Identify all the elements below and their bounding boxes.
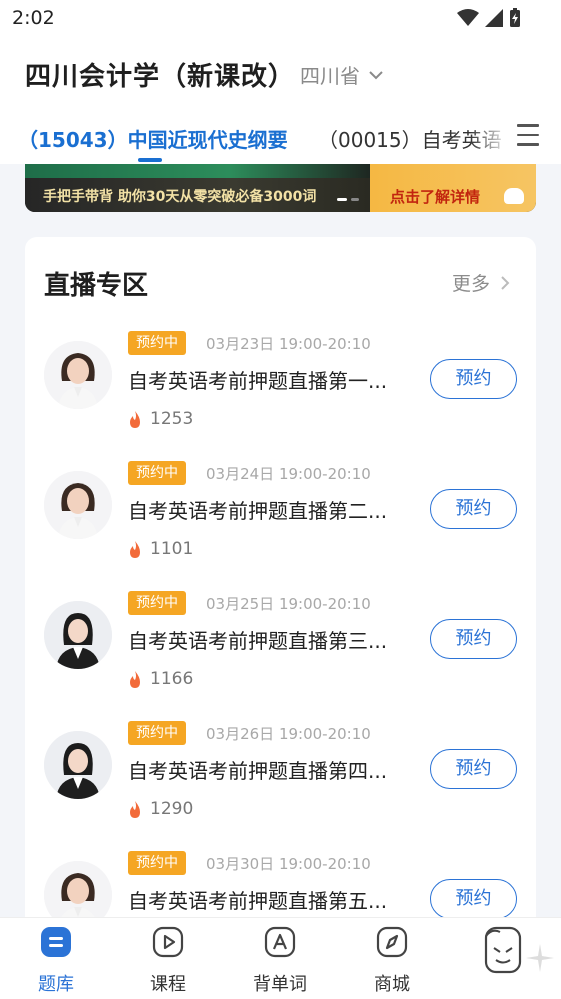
- flame-icon: [130, 540, 140, 558]
- live-item[interactable]: 预约中 03月23日 19:00-20:10 自考英语考前押题直播第一... 1…: [25, 321, 536, 451]
- section-title: 直播专区: [44, 271, 149, 301]
- chevron-right-icon: [501, 275, 510, 290]
- reserve-button[interactable]: 预约: [430, 619, 517, 659]
- word-a-icon: [264, 926, 296, 958]
- tab-fade-overlay: [470, 106, 510, 164]
- main-content: 手把手带背 助你30天从零突破必备3000词 点击了解详情 直播专区 更多 预约…: [0, 164, 561, 917]
- banner-pagination: [337, 198, 359, 201]
- live-time: 03月30日 19:00-20:10: [206, 855, 371, 873]
- live-title: 自考英语考前押题直播第五...: [128, 889, 388, 913]
- nav-courses[interactable]: 课程: [128, 926, 208, 996]
- live-time: 03月25日 19:00-20:10: [206, 595, 371, 613]
- app-header: 四川会计学（新课改） 四川省: [0, 40, 561, 106]
- nav-question-bank[interactable]: 题库: [16, 926, 96, 996]
- live-section-card: 直播专区 更多 预约中 03月23日 19:00-20:10 自考英语考前押题直…: [25, 237, 536, 917]
- heat-count: 1101: [128, 539, 193, 559]
- tab-15043[interactable]: （15043）中国近现代史纲要: [18, 124, 288, 153]
- bottom-nav: 题库 课程 背单词 商城: [0, 917, 561, 999]
- flame-icon: [130, 800, 140, 818]
- nav-label: 背单词: [253, 974, 307, 995]
- reserve-button[interactable]: 预约: [430, 749, 517, 789]
- teacher-avatar: [44, 341, 112, 409]
- status-time: 2:02: [12, 7, 55, 29]
- live-item[interactable]: 预约中 03月26日 19:00-20:10 自考英语考前押题直播第四... 1…: [25, 711, 536, 841]
- reserve-button[interactable]: 预约: [430, 489, 517, 529]
- heat-count: 1253: [128, 409, 193, 429]
- banner-text: 手把手带背 助你30天从零突破必备3000词: [43, 189, 317, 205]
- banner-cta-panel: 点击了解详情: [370, 164, 536, 212]
- live-item[interactable]: 预约中 03月24日 19:00-20:10 自考英语考前押题直播第二... 1…: [25, 451, 536, 581]
- flame-icon: [130, 410, 140, 428]
- nav-store[interactable]: 商城: [352, 926, 432, 996]
- heat-value: 1101: [150, 539, 194, 559]
- live-title: 自考英语考前押题直播第三...: [128, 629, 388, 653]
- nav-label: 商城: [374, 974, 410, 995]
- live-title: 自考英语考前押题直播第四...: [128, 759, 388, 783]
- compass-store-icon: [376, 926, 408, 958]
- heat-count: 1290: [128, 799, 193, 819]
- live-time: 03月26日 19:00-20:10: [206, 725, 371, 743]
- teacher-avatar: [44, 601, 112, 669]
- live-title: 自考英语考前押题直播第二...: [128, 499, 388, 523]
- subject-tabs: （15043）中国近现代史纲要 （00015）自考英语: [0, 106, 561, 164]
- reserve-button[interactable]: 预约: [430, 879, 517, 917]
- more-link[interactable]: 更多: [452, 269, 510, 296]
- signal-icon: [485, 9, 503, 27]
- status-badge: 预约中: [128, 461, 186, 485]
- promo-banner[interactable]: 手把手带背 助你30天从零突破必备3000词 点击了解详情: [25, 164, 536, 212]
- status-icons: [457, 8, 521, 28]
- banner-cta-text: 点击了解详情: [390, 188, 481, 206]
- status-badge: 预约中: [128, 591, 186, 615]
- play-course-icon: [152, 926, 184, 958]
- province-label: 四川省: [300, 64, 360, 88]
- heat-value: 1166: [150, 669, 194, 689]
- live-time: 03月24日 19:00-20:10: [206, 465, 371, 483]
- heat-value: 1253: [150, 409, 194, 429]
- nav-label: 课程: [150, 974, 186, 995]
- live-time: 03月23日 19:00-20:10: [206, 335, 371, 353]
- reserve-button[interactable]: 预约: [430, 359, 517, 399]
- live-title: 自考英语考前押题直播第一...: [128, 369, 388, 393]
- active-tab-indicator: [138, 158, 162, 162]
- heat-value: 1290: [150, 799, 194, 819]
- status-bar: 2:02: [0, 0, 561, 40]
- status-badge: 预约中: [128, 851, 186, 875]
- course-title: 四川会计学（新课改）: [25, 62, 296, 92]
- chevron-down-icon: [369, 70, 383, 79]
- more-label: 更多: [451, 273, 490, 295]
- province-selector[interactable]: 四川省: [300, 60, 384, 89]
- sparkle-icon: [526, 944, 554, 972]
- nav-label: 题库: [38, 974, 74, 995]
- question-bank-icon: [41, 927, 71, 957]
- status-badge: 预约中: [128, 331, 186, 355]
- live-item[interactable]: 预约中 03月25日 19:00-20:10 自考英语考前押题直播第三... 1…: [25, 581, 536, 711]
- wifi-icon: [457, 9, 479, 26]
- teacher-avatar: [44, 861, 112, 917]
- status-badge: 预约中: [128, 721, 186, 745]
- teacher-avatar: [44, 731, 112, 799]
- battery-charging-icon: [510, 8, 520, 27]
- menu-icon[interactable]: [517, 124, 539, 146]
- heat-count: 1166: [128, 669, 193, 689]
- live-item[interactable]: 预约中 03月30日 19:00-20:10 自考英语考前押题直播第五... 预…: [25, 841, 536, 917]
- pointer-hand-icon: [504, 188, 524, 204]
- flame-icon: [130, 670, 140, 688]
- teacher-avatar: [44, 471, 112, 539]
- nav-words[interactable]: 背单词: [240, 926, 320, 996]
